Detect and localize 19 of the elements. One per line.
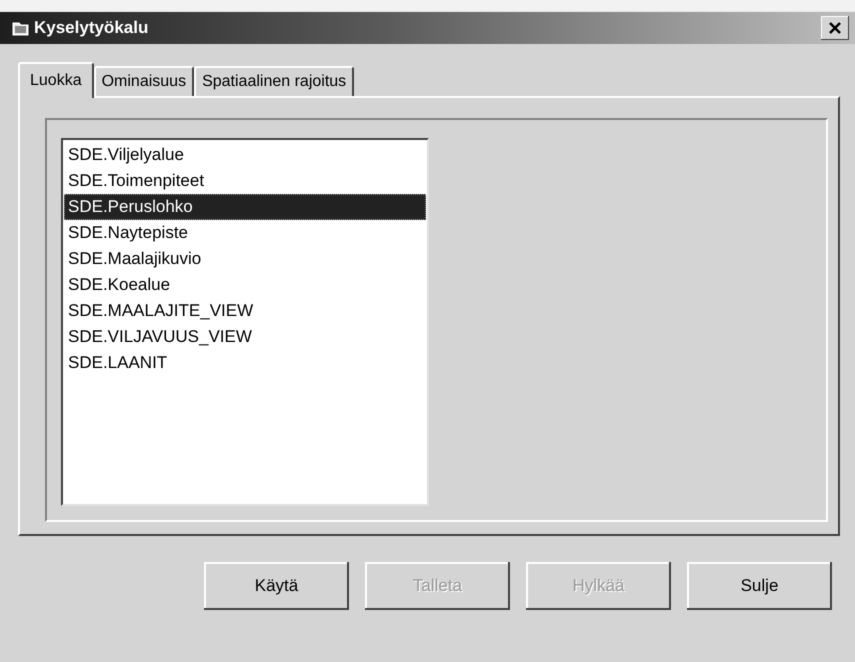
list-item[interactable]: SDE.Maalajikuvio [64,246,426,272]
close-icon [828,22,842,34]
list-item[interactable]: SDE.Koealue [64,272,426,298]
list-item[interactable]: SDE.VILJAVUUS_VIEW [64,324,426,350]
window-title: Kyselytyökalu [34,18,150,38]
list-item[interactable]: SDE.MAALAJITE_VIEW [64,298,426,324]
dialog-button[interactable]: Käytä [204,562,349,610]
class-list[interactable]: SDE.Viljelyalue SDE.Toimenpiteet SDE.Peruslohko SDE.Naytepiste SDE.Maalajikuvio SDE.Koealue SDE.MAALAJITE_VIEW SDE.VILJAVUUS_VIEW SDE.LAANIT [61,138,429,506]
tab[interactable]: Spatiaalinen rajoitus [194,66,354,96]
list-item[interactable]: SDE.LAANIT [64,350,426,376]
list-item[interactable]: SDE.Peruslohko [64,194,426,220]
list-item[interactable]: SDE.Toimenpiteet [64,168,426,194]
list-item[interactable]: SDE.Viljelyalue [64,142,426,168]
tab[interactable]: Ominaisuus [94,66,194,96]
list-item[interactable]: SDE.Naytepiste [64,220,426,246]
dialog-button[interactable]: Sulje [687,562,832,610]
close-button[interactable] [821,16,849,40]
app-icon [12,20,30,36]
tab[interactable]: Luokka [18,62,94,98]
